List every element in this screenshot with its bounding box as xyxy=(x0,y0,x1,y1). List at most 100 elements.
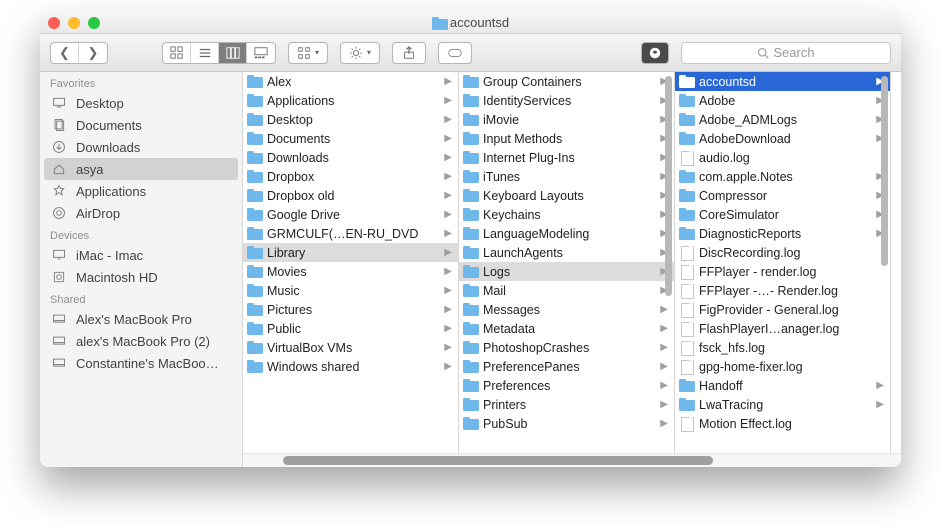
vertical-scrollbar-thumb[interactable] xyxy=(881,76,888,266)
file-row[interactable]: DiscRecording.log xyxy=(675,243,890,262)
file-row[interactable]: Messages▶ xyxy=(459,300,674,319)
desktop-icon xyxy=(50,96,68,110)
file-row[interactable]: Documents▶ xyxy=(243,129,458,148)
file-row[interactable]: LaunchAgents▶ xyxy=(459,243,674,262)
file-row[interactable]: Dropbox▶ xyxy=(243,167,458,186)
file-row[interactable]: Internet Plug-Ins▶ xyxy=(459,148,674,167)
file-row[interactable]: Keychains▶ xyxy=(459,205,674,224)
file-row[interactable]: GRMCULF(…EN-RU_DVD▶ xyxy=(243,224,458,243)
file-row[interactable]: FFPlayer - render.log xyxy=(675,262,890,281)
file-row[interactable]: IdentityServices▶ xyxy=(459,91,674,110)
file-row[interactable]: Music▶ xyxy=(243,281,458,300)
tags-button[interactable] xyxy=(438,42,472,64)
file-row[interactable]: FlashPlayerI…anager.log xyxy=(675,319,890,338)
file-row[interactable]: Applications▶ xyxy=(243,91,458,110)
file-row[interactable]: Group Containers▶ xyxy=(459,72,674,91)
file-row[interactable]: Adobe▶ xyxy=(675,91,890,110)
sidebar-item-applications[interactable]: Applications xyxy=(40,180,242,202)
sidebar-item-imac-imac[interactable]: iMac - Imac xyxy=(40,244,242,266)
sidebar-item-documents[interactable]: Documents xyxy=(40,114,242,136)
sidebar-item-desktop[interactable]: Desktop xyxy=(40,92,242,114)
file-row[interactable]: Movies▶ xyxy=(243,262,458,281)
sidebar-item-label: asya xyxy=(76,162,103,177)
minimize-button[interactable] xyxy=(68,17,80,29)
sidebar-item-airdrop[interactable]: AirDrop xyxy=(40,202,242,224)
column-2[interactable]: accountsd▶Adobe▶Adobe_ADMLogs▶AdobeDownl… xyxy=(675,72,891,467)
sidebar[interactable]: FavoritesDesktopDocumentsDownloadsasyaAp… xyxy=(40,72,243,467)
close-button[interactable] xyxy=(48,17,60,29)
column-0[interactable]: Alex▶Applications▶Desktop▶Documents▶Down… xyxy=(243,72,459,467)
chevron-right-icon: ▶ xyxy=(444,171,452,182)
vertical-scrollbar-thumb[interactable] xyxy=(665,76,672,296)
file-row[interactable]: Preferences▶ xyxy=(459,376,674,395)
file-row[interactable]: Windows shared▶ xyxy=(243,357,458,376)
file-row[interactable]: Handoff▶ xyxy=(675,376,890,395)
file-row[interactable]: Metadata▶ xyxy=(459,319,674,338)
file-row[interactable]: Printers▶ xyxy=(459,395,674,414)
search-field[interactable]: Search xyxy=(681,42,891,64)
file-row[interactable]: audio.log xyxy=(675,148,890,167)
sidebar-item-alex-s-macbook-pro[interactable]: Alex's MacBook Pro xyxy=(40,308,242,330)
file-row[interactable]: Compressor▶ xyxy=(675,186,890,205)
file-row[interactable]: Pictures▶ xyxy=(243,300,458,319)
view-gallery-button[interactable] xyxy=(247,43,275,63)
file-row[interactable]: Dropbox old▶ xyxy=(243,186,458,205)
view-columns-button[interactable] xyxy=(219,43,247,63)
zoom-button[interactable] xyxy=(88,17,100,29)
file-row[interactable]: com.apple.Notes▶ xyxy=(675,167,890,186)
file-icon xyxy=(679,303,695,316)
file-row[interactable]: gpg-home-fixer.log xyxy=(675,357,890,376)
sidebar-item-constantine-s-macboo-[interactable]: Constantine's MacBoo… xyxy=(40,352,242,374)
back-button[interactable]: ❮ xyxy=(51,43,79,63)
sidebar-item-macintosh-hd[interactable]: Macintosh HD xyxy=(40,266,242,288)
file-row[interactable]: iMovie▶ xyxy=(459,110,674,129)
file-row[interactable]: Adobe_ADMLogs▶ xyxy=(675,110,890,129)
sidebar-item-asya[interactable]: asya xyxy=(44,158,238,180)
forward-button[interactable]: ❯ xyxy=(79,43,107,63)
arrange-menu[interactable]: ▾ xyxy=(288,42,328,64)
file-row[interactable]: Downloads▶ xyxy=(243,148,458,167)
file-row[interactable]: fsck_hfs.log xyxy=(675,338,890,357)
file-row[interactable]: Alex▶ xyxy=(243,72,458,91)
file-row[interactable]: accountsd▶ xyxy=(675,72,890,91)
file-row[interactable]: PreferencePanes▶ xyxy=(459,357,674,376)
horizontal-scrollbar[interactable] xyxy=(243,453,901,467)
view-icons-button[interactable] xyxy=(163,43,191,63)
file-row[interactable]: iTunes▶ xyxy=(459,167,674,186)
view-list-button[interactable] xyxy=(191,43,219,63)
chevron-down-icon: ▾ xyxy=(367,48,371,57)
file-row[interactable]: LwaTracing▶ xyxy=(675,395,890,414)
file-row[interactable]: Input Methods▶ xyxy=(459,129,674,148)
file-row[interactable]: Public▶ xyxy=(243,319,458,338)
dropbox-badge-button[interactable] xyxy=(641,42,669,64)
file-row[interactable]: Logs▶ xyxy=(459,262,674,281)
file-row-label: Logs xyxy=(483,265,656,279)
titlebar[interactable]: accountsd xyxy=(40,12,901,34)
action-menu[interactable]: ▾ xyxy=(340,42,380,64)
file-row[interactable]: PhotoshopCrashes▶ xyxy=(459,338,674,357)
file-row[interactable]: DiagnosticReports▶ xyxy=(675,224,890,243)
file-row[interactable]: Library ▶ xyxy=(243,243,458,262)
file-row[interactable]: LanguageModeling▶ xyxy=(459,224,674,243)
file-row[interactable]: Motion Effect.log xyxy=(675,414,890,433)
file-row[interactable]: Mail▶ xyxy=(459,281,674,300)
file-row[interactable]: FFPlayer -…- Render.log xyxy=(675,281,890,300)
sidebar-item-alex-s-macbook-pro-2-[interactable]: alex's MacBook Pro (2) xyxy=(40,330,242,352)
file-row[interactable]: PubSub▶ xyxy=(459,414,674,433)
sidebar-item-downloads[interactable]: Downloads xyxy=(40,136,242,158)
file-row[interactable]: Desktop▶ xyxy=(243,110,458,129)
share-button[interactable] xyxy=(392,42,426,64)
sidebar-section-header: Shared xyxy=(40,288,242,308)
sidebar-item-label: alex's MacBook Pro (2) xyxy=(76,334,210,349)
file-row[interactable]: FigProvider - General.log xyxy=(675,300,890,319)
file-row-label: Library xyxy=(267,246,440,260)
scrollbar-thumb[interactable] xyxy=(283,456,713,465)
window-title-text: accountsd xyxy=(450,15,509,30)
file-row[interactable]: VirtualBox VMs▶ xyxy=(243,338,458,357)
chevron-right-icon: ▶ xyxy=(444,247,452,258)
column-1[interactable]: Group Containers▶IdentityServices▶iMovie… xyxy=(459,72,675,467)
file-row[interactable]: Keyboard Layouts▶ xyxy=(459,186,674,205)
file-row[interactable]: CoreSimulator▶ xyxy=(675,205,890,224)
file-row[interactable]: Google Drive▶ xyxy=(243,205,458,224)
file-row[interactable]: AdobeDownload▶ xyxy=(675,129,890,148)
